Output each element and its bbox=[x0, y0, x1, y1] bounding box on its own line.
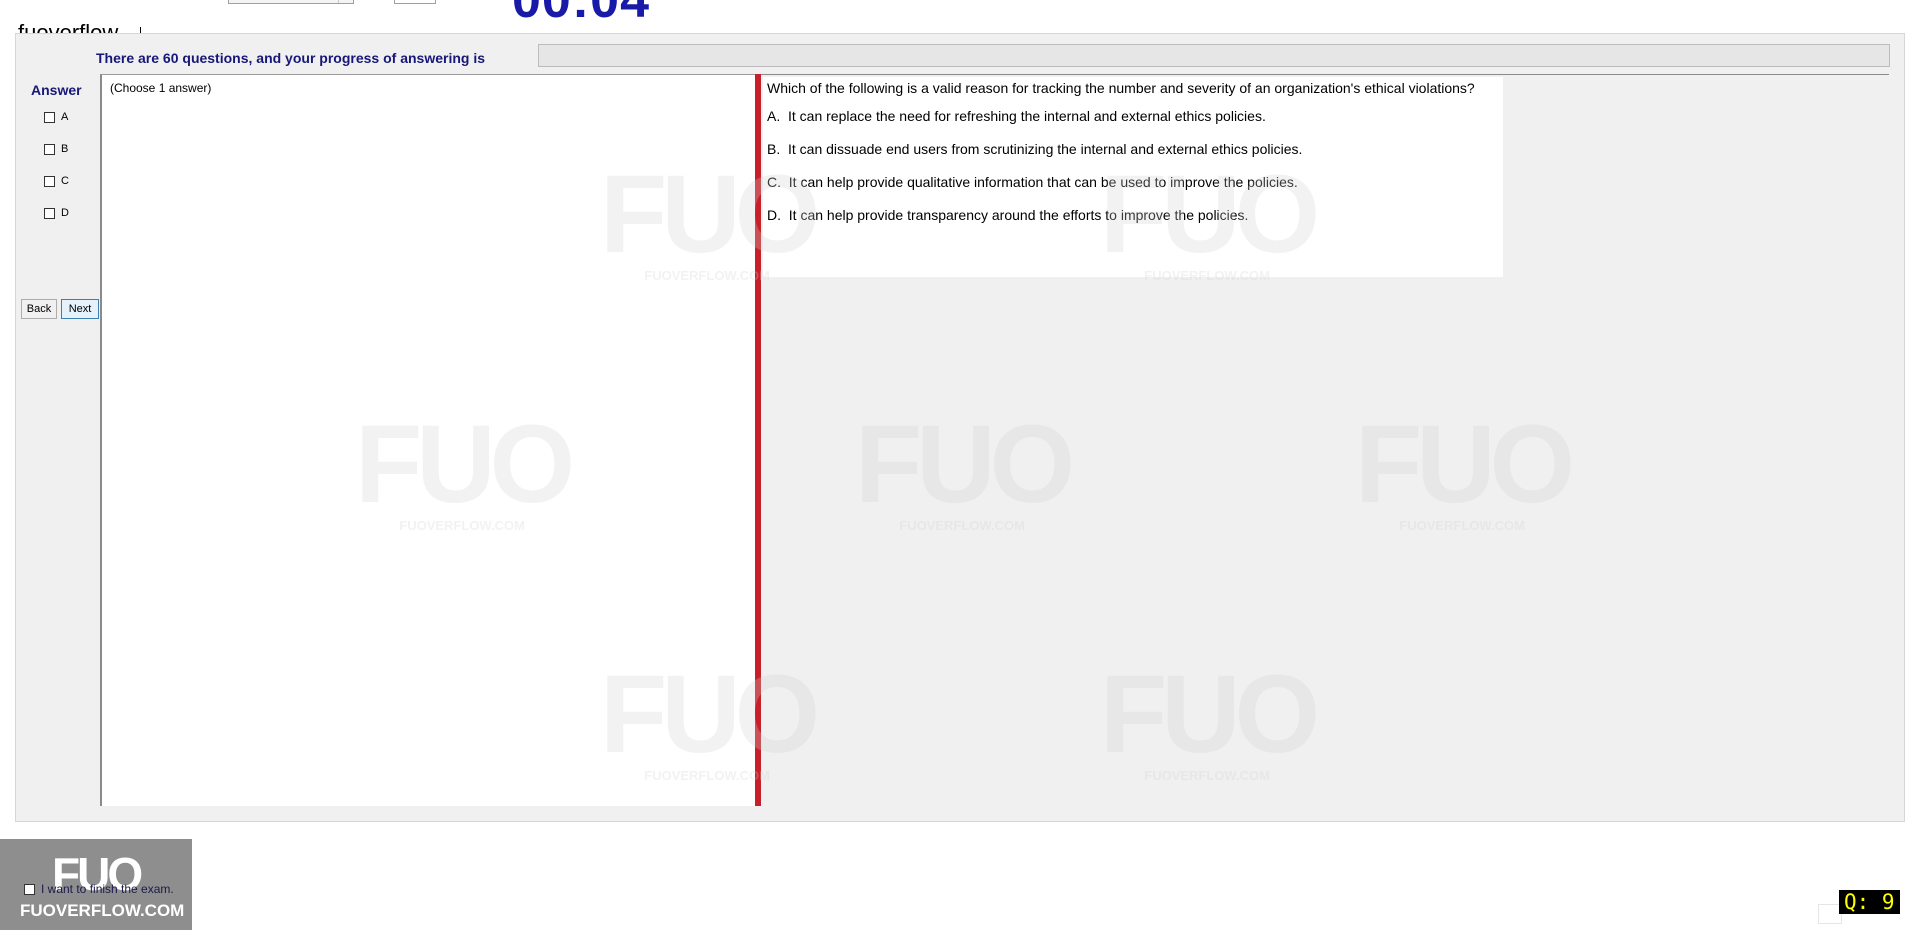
checkbox-box[interactable] bbox=[44, 143, 55, 155]
option-label: A bbox=[61, 111, 69, 123]
checkbox-box[interactable] bbox=[44, 111, 55, 123]
answer-choice-b: B. It can dissuade end users from scruti… bbox=[767, 141, 1303, 158]
question-counter: Q: 9 bbox=[1839, 890, 1900, 914]
timer-display: 00:04 bbox=[512, 0, 650, 29]
top-small-field[interactable] bbox=[394, 0, 436, 4]
option-a-checkbox[interactable]: A bbox=[44, 111, 68, 123]
option-label: B bbox=[61, 143, 69, 155]
answer-choice-a: A. It can replace the need for refreshin… bbox=[767, 108, 1266, 125]
next-button[interactable]: Next bbox=[61, 299, 99, 319]
answer-text-pane: (Choose 1 answer) bbox=[100, 74, 755, 806]
option-label: C bbox=[61, 175, 69, 187]
answer-choice-d: D. It can help provide transparency arou… bbox=[767, 207, 1249, 224]
back-button[interactable]: Back bbox=[21, 299, 57, 319]
question-box: Which of the following is a valid reason… bbox=[763, 77, 1503, 277]
option-b-checkbox[interactable]: B bbox=[44, 143, 68, 155]
pane-splitter[interactable] bbox=[755, 74, 761, 806]
choose-instruction: (Choose 1 answer) bbox=[110, 81, 212, 95]
progress-bar bbox=[538, 44, 1890, 67]
option-label: D bbox=[61, 207, 69, 219]
checkbox-box[interactable] bbox=[44, 207, 55, 219]
finish-label: I want to finish the exam. bbox=[41, 882, 174, 896]
finish-exam-checkbox[interactable]: I want to finish the exam. bbox=[24, 882, 174, 896]
answer-choice-c: C. It can help provide qualitative infor… bbox=[767, 174, 1298, 191]
checkbox-box[interactable] bbox=[44, 175, 55, 187]
checkbox-box[interactable] bbox=[24, 883, 35, 895]
top-combo-box[interactable] bbox=[228, 0, 354, 4]
answer-title: Answer bbox=[31, 82, 82, 98]
logo-text: FUOVERFLOW.COM bbox=[20, 901, 185, 920]
progress-label: There are 60 questions, and your progres… bbox=[96, 50, 485, 66]
combo-arrow[interactable] bbox=[338, 0, 351, 3]
option-d-checkbox[interactable]: D bbox=[44, 207, 69, 219]
pane-border bbox=[761, 74, 1889, 75]
question-text: Which of the following is a valid reason… bbox=[767, 80, 1475, 96]
option-c-checkbox[interactable]: C bbox=[44, 175, 69, 187]
